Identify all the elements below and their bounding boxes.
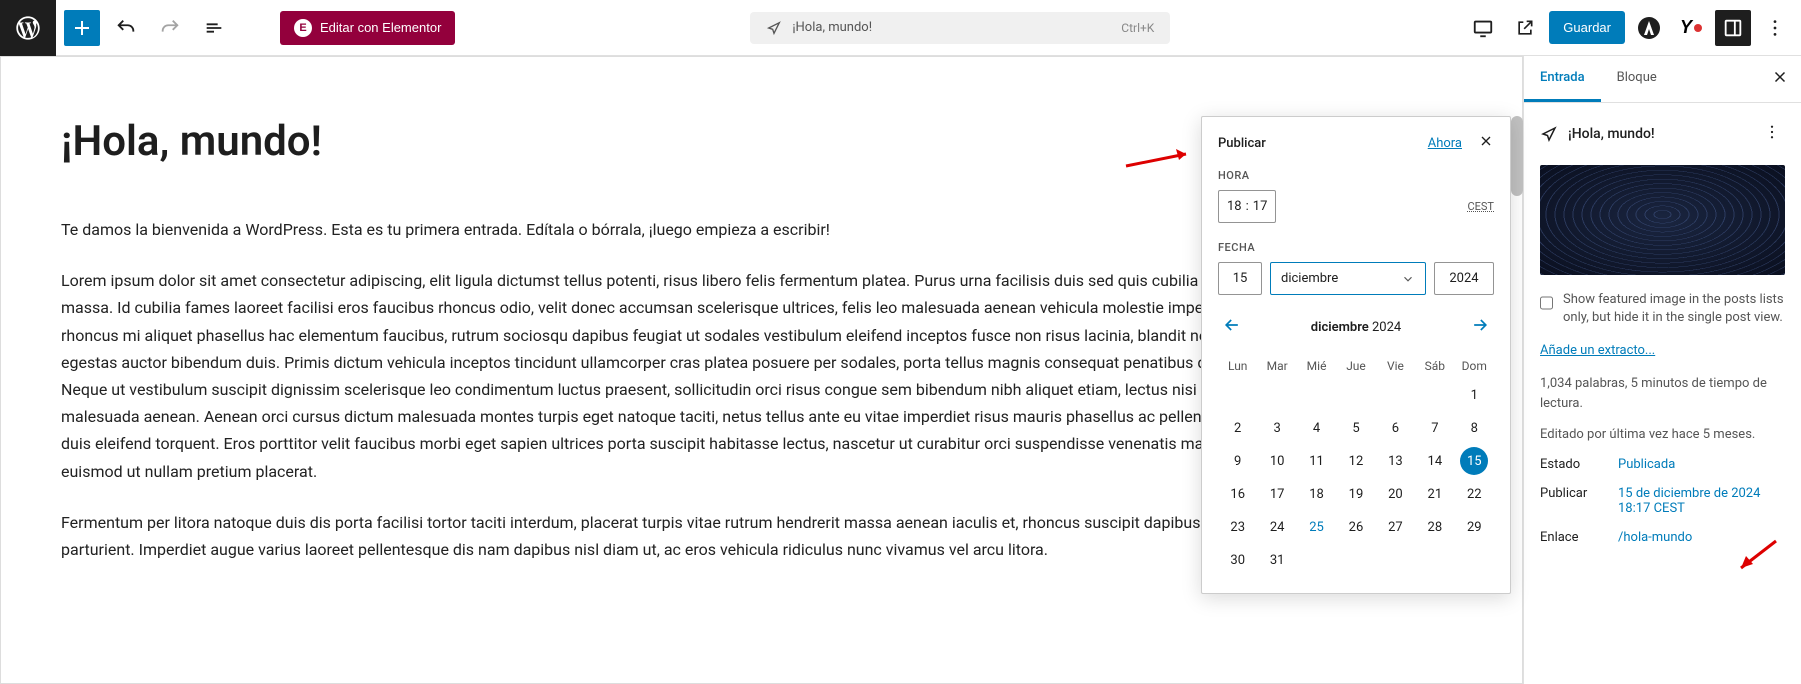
calendar-day[interactable]: 8 <box>1455 412 1494 445</box>
calendar-day[interactable]: 15 <box>1460 447 1488 475</box>
feather-icon <box>1540 125 1558 143</box>
calendar-day[interactable]: 17 <box>1257 478 1296 511</box>
redo-button[interactable] <box>152 10 188 46</box>
weekday-header: Sáb <box>1415 353 1454 379</box>
enlace-value[interactable]: /hola-mundo <box>1618 530 1785 545</box>
publicar-label: Publicar <box>1540 486 1610 516</box>
publish-popover: Publicar Ahora HORA 18:17 CEST FECHA 15 … <box>1201 116 1511 594</box>
calendar-day[interactable]: 10 <box>1257 445 1296 478</box>
weekday-header: Lun <box>1218 353 1257 379</box>
calendar-day[interactable]: 24 <box>1257 511 1296 544</box>
doc-title: ¡Hola, mundo! <box>1568 126 1749 142</box>
next-month-button[interactable] <box>1466 311 1494 343</box>
chevron-down-icon <box>1401 272 1415 286</box>
calendar-day[interactable]: 5 <box>1336 412 1375 445</box>
wordcount-text: 1,034 palabras, 5 minutos de tiempo de l… <box>1540 374 1785 413</box>
settings-panel-button[interactable] <box>1715 10 1751 46</box>
featured-image[interactable] <box>1540 165 1785 275</box>
close-sidebar-button[interactable] <box>1759 56 1801 102</box>
document-overview-button[interactable] <box>196 10 232 46</box>
calendar-day[interactable]: 25 <box>1297 511 1336 544</box>
search-title: ¡Hola, mundo! <box>792 20 872 35</box>
calendar-day[interactable]: 23 <box>1218 511 1257 544</box>
weekday-header: Jue <box>1336 353 1375 379</box>
calendar-day[interactable]: 29 <box>1455 511 1494 544</box>
astra-icon[interactable] <box>1631 10 1667 46</box>
weekday-header: Mar <box>1257 353 1296 379</box>
calendar-day[interactable]: 13 <box>1376 445 1415 478</box>
estado-label: Estado <box>1540 457 1610 472</box>
calendar-day[interactable]: 3 <box>1257 412 1296 445</box>
prev-month-button[interactable] <box>1218 311 1246 343</box>
weekday-header: Dom <box>1455 353 1494 379</box>
weekday-header: Mié <box>1297 353 1336 379</box>
wordpress-logo[interactable] <box>0 0 56 56</box>
weekday-header: Vie <box>1376 353 1415 379</box>
close-popover-button[interactable] <box>1478 133 1494 153</box>
calendar-day[interactable]: 22 <box>1455 478 1494 511</box>
calendar-day[interactable]: 1 <box>1455 379 1494 412</box>
calendar-day[interactable]: 20 <box>1376 478 1415 511</box>
publicar-value[interactable]: 15 de diciembre de 2024 18:17 CEST <box>1618 486 1785 516</box>
time-input[interactable]: 18:17 <box>1218 190 1276 223</box>
calendar-day[interactable]: 6 <box>1376 412 1415 445</box>
calendar-month-label: diciembre 2024 <box>1311 320 1401 335</box>
settings-sidebar: Entrada Bloque ¡Hola, mundo! Show featur… <box>1523 56 1801 684</box>
save-button[interactable]: Guardar <box>1549 11 1625 44</box>
calendar-day[interactable]: 9 <box>1218 445 1257 478</box>
scrollbar[interactable] <box>1511 116 1523 196</box>
calendar-day[interactable]: 27 <box>1376 511 1415 544</box>
calendar-day[interactable]: 7 <box>1415 412 1454 445</box>
timezone-label[interactable]: CEST <box>1467 200 1494 213</box>
tab-entrada[interactable]: Entrada <box>1524 56 1601 102</box>
top-toolbar: E Editar con Elementor ¡Hola, mundo! Ctr… <box>0 0 1801 56</box>
yoast-icon[interactable]: Y <box>1673 10 1709 46</box>
fecha-label: FECHA <box>1218 241 1494 254</box>
calendar-day[interactable]: 2 <box>1218 412 1257 445</box>
calendar-day[interactable]: 12 <box>1336 445 1375 478</box>
featured-only-label: Show featured image in the posts lists o… <box>1563 291 1785 327</box>
calendar-day[interactable]: 4 <box>1297 412 1336 445</box>
popover-title: Publicar <box>1218 136 1266 151</box>
calendar-day[interactable]: 31 <box>1257 544 1296 577</box>
estado-value[interactable]: Publicada <box>1618 457 1785 472</box>
add-excerpt-link[interactable]: Añade un extracto... <box>1540 343 1655 358</box>
feather-icon <box>766 20 782 36</box>
calendar: LunMarMiéJueVieSábDom 123456789101112131… <box>1218 353 1494 577</box>
calendar-day[interactable]: 19 <box>1336 478 1375 511</box>
calendar-day[interactable]: 26 <box>1336 511 1375 544</box>
hora-label: HORA <box>1218 169 1494 182</box>
calendar-day[interactable]: 14 <box>1415 445 1454 478</box>
doc-more-button[interactable] <box>1759 119 1785 149</box>
enlace-label: Enlace <box>1540 530 1610 545</box>
external-link-button[interactable] <box>1507 10 1543 46</box>
last-edited-text: Editado por última vez hace 5 meses. <box>1540 425 1785 445</box>
calendar-day[interactable]: 30 <box>1218 544 1257 577</box>
view-button[interactable] <box>1465 10 1501 46</box>
calendar-day[interactable]: 11 <box>1297 445 1336 478</box>
month-select[interactable]: diciembre <box>1270 262 1426 295</box>
day-input[interactable]: 15 <box>1218 262 1262 295</box>
add-block-button[interactable] <box>64 10 100 46</box>
calendar-day[interactable]: 28 <box>1415 511 1454 544</box>
year-input[interactable]: 2024 <box>1434 262 1494 295</box>
now-link[interactable]: Ahora <box>1428 136 1462 151</box>
undo-button[interactable] <box>108 10 144 46</box>
elementor-icon: E <box>294 19 312 37</box>
more-options-button[interactable] <box>1757 10 1793 46</box>
featured-only-checkbox[interactable] <box>1540 293 1553 313</box>
calendar-day[interactable]: 18 <box>1297 478 1336 511</box>
command-search[interactable]: ¡Hola, mundo! Ctrl+K <box>750 12 1170 44</box>
calendar-day[interactable]: 16 <box>1218 478 1257 511</box>
edit-elementor-button[interactable]: E Editar con Elementor <box>280 11 455 45</box>
search-shortcut: Ctrl+K <box>1121 21 1154 35</box>
calendar-day[interactable]: 21 <box>1415 478 1454 511</box>
tab-bloque[interactable]: Bloque <box>1601 56 1673 102</box>
